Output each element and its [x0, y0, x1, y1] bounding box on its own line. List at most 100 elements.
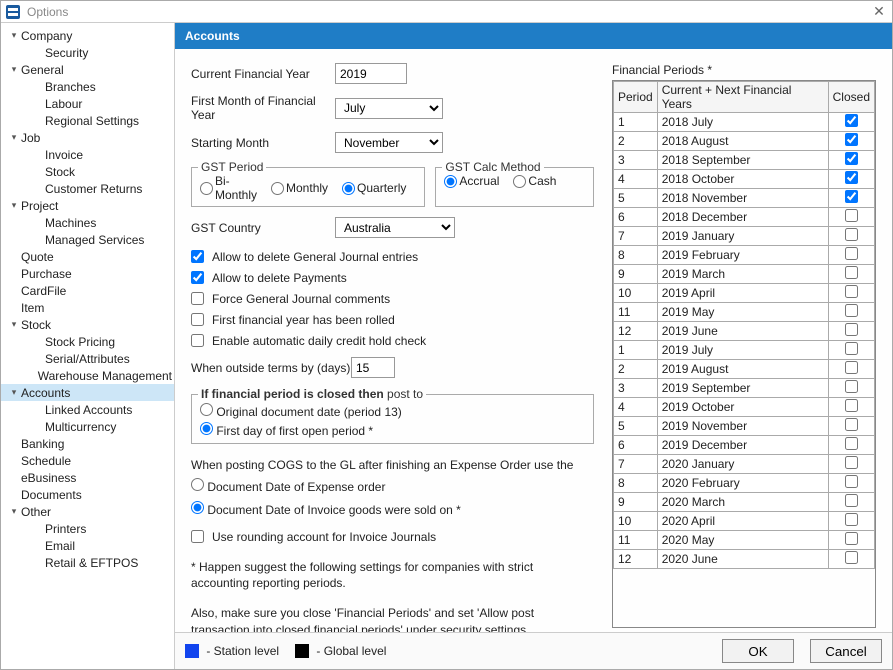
period-closed-checkbox[interactable]: [845, 532, 858, 545]
tree-toggle-icon[interactable]: ▾: [9, 64, 19, 75]
sidebar-item-serial-attributes[interactable]: Serial/Attributes: [1, 350, 174, 367]
period-closed-checkbox[interactable]: [845, 152, 858, 165]
sidebar-item-cardfile[interactable]: CardFile: [1, 282, 174, 299]
use-rounding-checkbox[interactable]: [191, 530, 204, 543]
gst-accrual-radio[interactable]: Accrual: [444, 174, 499, 188]
sidebar-item-job[interactable]: ▾Job: [1, 129, 174, 146]
period-closed-checkbox[interactable]: [845, 247, 858, 260]
closed-period-post-group: If financial period is closed then post …: [191, 394, 594, 444]
sidebar-item-stock-pricing[interactable]: Stock Pricing: [1, 333, 174, 350]
current-fy-input[interactable]: [335, 63, 407, 84]
period-closed-checkbox[interactable]: [845, 133, 858, 146]
sidebar-item-linked-accounts[interactable]: Linked Accounts: [1, 401, 174, 418]
period-closed-checkbox[interactable]: [845, 171, 858, 184]
period-cell-closed: [828, 227, 874, 246]
first-open-period-radio[interactable]: First day of first open period *: [200, 422, 373, 438]
tree-toggle-icon[interactable]: ▾: [9, 200, 19, 211]
sidebar-item-managed-services[interactable]: Managed Services: [1, 231, 174, 248]
period-closed-checkbox[interactable]: [845, 228, 858, 241]
period-closed-checkbox[interactable]: [845, 114, 858, 127]
sidebar-item-labour[interactable]: Labour: [1, 95, 174, 112]
sidebar-item-label: Project: [21, 199, 58, 213]
period-closed-checkbox[interactable]: [845, 513, 858, 526]
close-icon[interactable]: ✕: [870, 3, 888, 20]
sidebar-item-regional-settings[interactable]: Regional Settings: [1, 112, 174, 129]
tree-toggle-icon[interactable]: ▾: [9, 387, 19, 398]
period-cell-closed: [828, 132, 874, 151]
sidebar-item-general[interactable]: ▾General: [1, 61, 174, 78]
sidebar-item-printers[interactable]: Printers: [1, 520, 174, 537]
period-closed-checkbox[interactable]: [845, 190, 858, 203]
tree-toggle-icon[interactable]: ▾: [9, 30, 19, 41]
first-fy-rolled-label: First financial year has been rolled: [212, 313, 395, 327]
sidebar-item-banking[interactable]: Banking: [1, 435, 174, 452]
cogs-expense-date-radio[interactable]: Document Date of Expense order: [191, 478, 385, 494]
auto-credit-hold-checkbox[interactable]: [191, 334, 204, 347]
sidebar-item-stock[interactable]: Stock: [1, 163, 174, 180]
sidebar-item-documents[interactable]: Documents: [1, 486, 174, 503]
sidebar-item-project[interactable]: ▾Project: [1, 197, 174, 214]
sidebar-item-purchase[interactable]: Purchase: [1, 265, 174, 282]
period-closed-checkbox[interactable]: [845, 456, 858, 469]
force-gj-comments-checkbox[interactable]: [191, 292, 204, 305]
sidebar-item-stock[interactable]: ▾Stock: [1, 316, 174, 333]
sidebar-item-company[interactable]: ▾Company: [1, 27, 174, 44]
period-cell-name: 2018 November: [657, 189, 828, 208]
period-closed-checkbox[interactable]: [845, 437, 858, 450]
periods-title: Financial Periods *: [612, 63, 876, 77]
period-closed-checkbox[interactable]: [845, 494, 858, 507]
col-period: Period: [614, 82, 658, 113]
sidebar-item-schedule[interactable]: Schedule: [1, 452, 174, 469]
outside-terms-input[interactable]: [351, 357, 395, 378]
gst-bimonthly-radio[interactable]: Bi-Monthly: [200, 174, 257, 202]
form-pane: Current Financial Year First Month of Fi…: [191, 63, 594, 628]
period-row: 42018 October: [614, 170, 875, 189]
first-month-label: First Month of Financial Year: [191, 94, 335, 122]
period-closed-checkbox[interactable]: [845, 285, 858, 298]
period-closed-checkbox[interactable]: [845, 380, 858, 393]
gst-calc-legend: GST Calc Method: [442, 160, 543, 174]
period-closed-checkbox[interactable]: [845, 323, 858, 336]
period-row: 92019 March: [614, 265, 875, 284]
first-fy-rolled-checkbox[interactable]: [191, 313, 204, 326]
tree-toggle-icon[interactable]: ▾: [9, 319, 19, 330]
allow-delete-payments-checkbox[interactable]: [191, 271, 204, 284]
sidebar-item-security[interactable]: Security: [1, 44, 174, 61]
period-closed-checkbox[interactable]: [845, 342, 858, 355]
starting-month-select[interactable]: November: [335, 132, 443, 153]
period-closed-checkbox[interactable]: [845, 361, 858, 374]
gst-country-select[interactable]: Australia: [335, 217, 455, 238]
sidebar-item-other[interactable]: ▾Other: [1, 503, 174, 520]
sidebar-item-customer-returns[interactable]: Customer Returns: [1, 180, 174, 197]
cancel-button[interactable]: Cancel: [810, 639, 882, 663]
period-closed-checkbox[interactable]: [845, 266, 858, 279]
first-month-select[interactable]: July: [335, 98, 443, 119]
original-doc-date-radio[interactable]: Original document date (period 13): [200, 403, 402, 419]
sidebar-item-invoice[interactable]: Invoice: [1, 146, 174, 163]
sidebar-item-retail-eftpos[interactable]: Retail & EFTPOS: [1, 554, 174, 571]
period-closed-checkbox[interactable]: [845, 418, 858, 431]
period-closed-checkbox[interactable]: [845, 475, 858, 488]
sidebar-item-email[interactable]: Email: [1, 537, 174, 554]
gst-quarterly-radio[interactable]: Quarterly: [342, 181, 406, 195]
gst-monthly-radio[interactable]: Monthly: [271, 181, 328, 195]
cogs-invoice-date-radio[interactable]: Document Date of Invoice goods were sold…: [191, 501, 461, 517]
ok-button[interactable]: OK: [722, 639, 794, 663]
sidebar-item-ebusiness[interactable]: eBusiness: [1, 469, 174, 486]
sidebar-item-branches[interactable]: Branches: [1, 78, 174, 95]
sidebar-item-warehouse-management[interactable]: Warehouse Management: [1, 367, 174, 384]
sidebar-item-quote[interactable]: Quote: [1, 248, 174, 265]
auto-credit-hold-label: Enable automatic daily credit hold check: [212, 334, 426, 348]
tree-toggle-icon[interactable]: ▾: [9, 132, 19, 143]
sidebar-item-accounts[interactable]: ▾Accounts: [1, 384, 174, 401]
allow-delete-gj-checkbox[interactable]: [191, 250, 204, 263]
period-closed-checkbox[interactable]: [845, 304, 858, 317]
period-closed-checkbox[interactable]: [845, 399, 858, 412]
tree-toggle-icon[interactable]: ▾: [9, 506, 19, 517]
gst-cash-radio[interactable]: Cash: [513, 174, 556, 188]
sidebar-item-item[interactable]: Item: [1, 299, 174, 316]
period-closed-checkbox[interactable]: [845, 551, 858, 564]
sidebar-item-multicurrency[interactable]: Multicurrency: [1, 418, 174, 435]
sidebar-item-machines[interactable]: Machines: [1, 214, 174, 231]
period-closed-checkbox[interactable]: [845, 209, 858, 222]
